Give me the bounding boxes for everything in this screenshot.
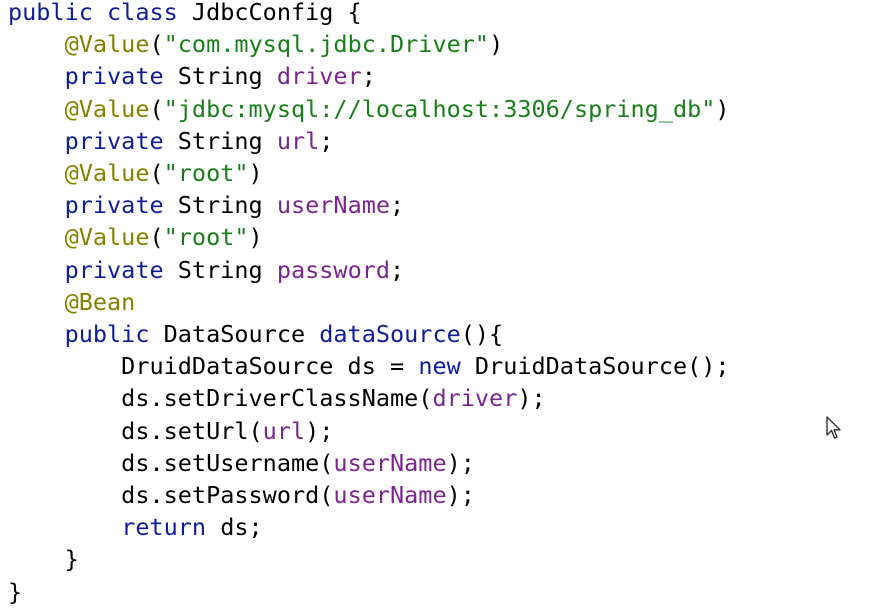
code-token: ( (149, 223, 164, 252)
keyword-token: private (64, 255, 164, 284)
code-line: ds.setUrl(url); (8, 415, 333, 447)
code-line: ds.setDriverClassName(driver); (8, 382, 546, 414)
keyword-token: private (64, 126, 164, 155)
code-token: ); (517, 384, 546, 413)
annotation-token: @Value (64, 94, 150, 123)
keyword-token: private (64, 62, 164, 91)
field-token: userName (276, 191, 391, 220)
annotation-token: @Value (64, 159, 150, 187)
mouse-pointer-icon (826, 416, 841, 439)
keyword-token: dataSource (319, 320, 461, 348)
code-token: String (163, 62, 277, 91)
annotation-token: @Bean (64, 287, 136, 316)
code-token: ); (305, 416, 334, 445)
code-token: DruidDataSource(); (460, 352, 730, 381)
code-line: private String driver; (8, 60, 376, 92)
field-token: userName (333, 448, 447, 477)
code-token: ds.setUsername( (8, 448, 334, 477)
code-line: @Bean (8, 286, 136, 318)
code-token: ds; (206, 513, 263, 542)
code-line: @Value("com.mysql.jdbc.Driver") (8, 28, 504, 60)
code-token: ; (361, 62, 376, 91)
field-token: password (276, 255, 391, 284)
string-token: "jdbc:mysql://localhost:3306/spring_db" (163, 94, 716, 123)
code-token: ( (149, 94, 164, 123)
code-token: ) (715, 94, 730, 123)
field-token: url (262, 416, 306, 445)
code-line: private String userName; (8, 189, 405, 221)
code-token: DruidDataSource ds = (8, 352, 419, 381)
code-token: } (8, 545, 79, 574)
code-token: ; (390, 255, 405, 284)
code-token: ds.setPassword( (8, 481, 334, 509)
code-line: private String password; (8, 254, 405, 286)
code-line: public class JdbcConfig { (8, 0, 362, 28)
field-token: url (276, 126, 320, 155)
keyword-token: private (64, 191, 164, 220)
code-line: } (8, 576, 22, 608)
code-line: return ds; (8, 511, 263, 543)
code-line: DruidDataSource ds = new DruidDataSource… (8, 350, 730, 382)
code-line: } (8, 543, 79, 575)
code-line: public DataSource dataSource(){ (8, 318, 504, 350)
code-line: @Value("root") (8, 221, 263, 253)
string-token: "root" (163, 223, 249, 252)
code-token: ( (149, 30, 164, 59)
code-token: ; (390, 191, 405, 220)
code-line: private String url; (8, 125, 334, 157)
annotation-token: @Value (64, 223, 150, 252)
code-token: } (8, 577, 23, 606)
code-line: @Value("jdbc:mysql://localhost:3306/spri… (8, 93, 730, 125)
code-token: ); (446, 481, 475, 509)
code-token: ds.setDriverClassName( (8, 384, 433, 413)
keyword-token: public class (8, 0, 178, 26)
keyword-token: new (418, 352, 461, 381)
code-token: ) (248, 223, 263, 252)
code-line: @Value("root") (8, 157, 263, 189)
field-token: driver (276, 62, 362, 91)
string-token: "com.mysql.jdbc.Driver" (163, 30, 490, 59)
string-token: "root" (163, 159, 249, 187)
code-token: DataSource (149, 320, 320, 348)
code-line: ds.setUsername(userName); (8, 447, 475, 479)
code-token: String (163, 126, 277, 155)
code-token: ( (149, 159, 164, 187)
code-token: String (163, 255, 277, 284)
field-token: driver (432, 384, 518, 413)
code-token: ; (319, 126, 334, 155)
field-token: userName (333, 481, 447, 509)
code-token: (){ (460, 320, 504, 348)
code-token: JdbcConfig { (177, 0, 362, 26)
code-editor[interactable]: public class JdbcConfig { @Value("com.my… (0, 0, 869, 611)
code-token: ) (489, 30, 504, 59)
code-token: String (163, 191, 277, 220)
code-line: ds.setPassword(userName); (8, 479, 475, 511)
code-token: ds.setUrl( (8, 416, 263, 445)
keyword-token: public (64, 320, 150, 348)
annotation-token: @Value (64, 30, 150, 59)
keyword-token: return (121, 513, 207, 542)
code-token: ); (446, 448, 475, 477)
code-token: ) (248, 159, 263, 187)
